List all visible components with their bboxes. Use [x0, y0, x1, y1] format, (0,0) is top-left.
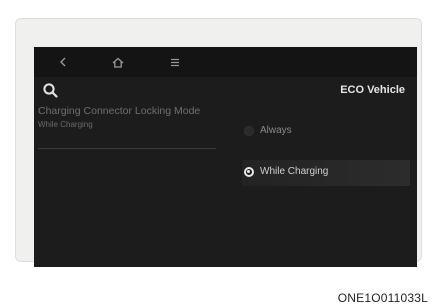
charging-connector-locking-mode-item[interactable]: Charging Connector Locking Mode While Ch…	[38, 105, 216, 149]
panel-title: ECO Vehicle	[340, 84, 405, 96]
menu-button[interactable]	[164, 53, 186, 71]
right-panel: ECO Vehicle Always While Charging	[234, 77, 417, 267]
home-button[interactable]	[107, 53, 129, 71]
option-while-charging[interactable]: While Charging	[242, 160, 410, 186]
option-label: While Charging	[260, 166, 329, 177]
home-icon	[112, 57, 124, 68]
chevron-left-icon	[60, 57, 66, 67]
item-divider	[38, 148, 216, 149]
top-bar	[34, 47, 417, 77]
option-label: Always	[260, 125, 292, 136]
left-panel: Charging Connector Locking Mode While Ch…	[34, 77, 234, 267]
search-icon	[43, 83, 58, 98]
radio-selected[interactable]	[244, 167, 254, 177]
back-button[interactable]	[52, 53, 74, 71]
infotainment-screen: Charging Connector Locking Mode While Ch…	[34, 47, 417, 267]
setting-value: While Charging	[38, 120, 93, 129]
setting-title: Charging Connector Locking Mode	[38, 105, 201, 117]
figure-code: ONE1O011033L	[337, 291, 428, 305]
menu-icon	[171, 58, 179, 66]
option-always[interactable]: Always	[242, 119, 410, 145]
radio-unselected[interactable]	[244, 126, 254, 136]
search-button[interactable]	[42, 82, 62, 102]
